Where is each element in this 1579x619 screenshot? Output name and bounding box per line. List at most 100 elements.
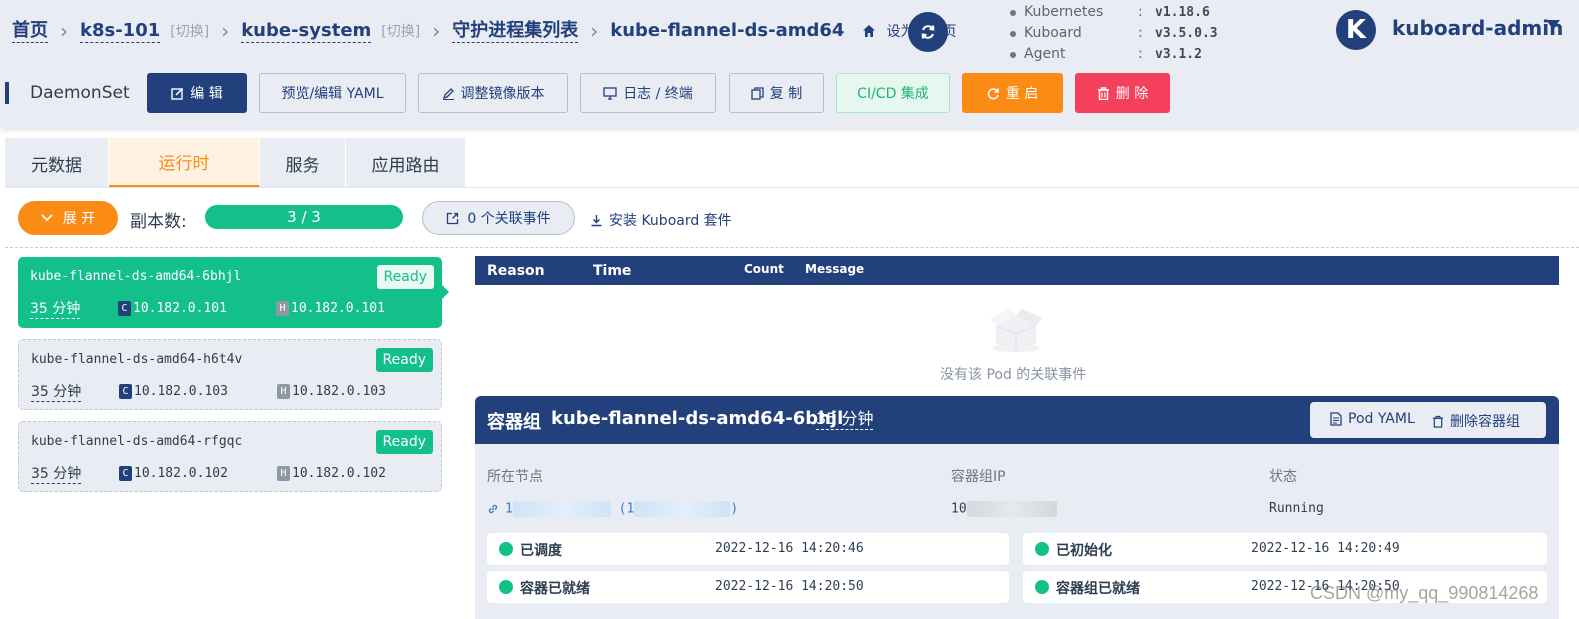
pod-age: 35 分钟 bbox=[31, 384, 82, 402]
redacted-node-ip bbox=[634, 501, 731, 517]
kind-accent-bar bbox=[5, 82, 9, 104]
check-circle-icon bbox=[1035, 542, 1049, 556]
pod-yaml-button[interactable]: Pod YAML bbox=[1330, 411, 1415, 427]
container-ip-tag: C bbox=[119, 384, 132, 399]
pod-card[interactable]: kube-flannel-ds-amd64-h6t4v Ready 35 分钟 … bbox=[18, 339, 442, 410]
pod-detail-age: 35 分钟 bbox=[816, 409, 874, 430]
version-name: Kubernetes bbox=[1024, 4, 1104, 20]
chevron-down-icon bbox=[41, 214, 53, 222]
condition-label: 已初始化 bbox=[1056, 543, 1112, 559]
condition-time: 2022-12-16 14:20:49 bbox=[1251, 541, 1400, 556]
status-badge: Ready bbox=[375, 348, 433, 372]
container-ip: C 10.182.0.102 bbox=[119, 466, 228, 481]
state-label: 状态 bbox=[1269, 469, 1297, 485]
delete-pod-button[interactable]: 删除容器组 bbox=[1432, 411, 1520, 431]
breadcrumb-namespace[interactable]: kube-system bbox=[241, 20, 372, 43]
pod-ip-prefix: 10 bbox=[951, 501, 967, 517]
pod-card-active[interactable]: kube-flannel-ds-amd64-6bhjl Ready 35 分钟 … bbox=[18, 257, 442, 328]
tab-metadata[interactable]: 元数据 bbox=[5, 138, 109, 188]
status-badge: Ready bbox=[375, 430, 433, 454]
copy-button[interactable]: 复 制 bbox=[729, 73, 824, 113]
chevron-right-icon: › bbox=[432, 19, 441, 43]
column-reason[interactable]: Reason bbox=[487, 263, 545, 279]
condition-label: 已调度 bbox=[520, 543, 562, 559]
breadcrumb-home[interactable]: 首页 bbox=[12, 20, 48, 43]
status-badge: Ready bbox=[376, 265, 434, 289]
container-ip-value: 10.182.0.102 bbox=[134, 466, 228, 481]
host-ip-value: 10.182.0.102 bbox=[292, 466, 386, 481]
breadcrumb: 首页 › k8s-101 [切换] › kube-system [切换] › 守… bbox=[12, 18, 956, 44]
breadcrumb-daemonset-list[interactable]: 守护进程集列表 bbox=[452, 20, 579, 43]
avatar[interactable]: K bbox=[1336, 10, 1376, 50]
adjust-image-button[interactable]: 调整镜像版本 bbox=[418, 73, 568, 113]
pod-ip-label: 容器组IP bbox=[951, 469, 1006, 485]
node-link[interactable]: 1 (1) bbox=[487, 501, 738, 517]
install-kuboard-link[interactable]: 安装 Kuboard 套件 bbox=[590, 210, 732, 230]
pod-detail-name: kube-flannel-ds-amd64-6bhjl bbox=[551, 408, 844, 429]
restart-button[interactable]: 重 启 bbox=[962, 73, 1063, 113]
copy-icon bbox=[751, 86, 764, 100]
install-kuboard-label: 安装 Kuboard 套件 bbox=[609, 213, 732, 229]
pod-yaml-label: Pod YAML bbox=[1348, 411, 1415, 427]
namespace-switch-link[interactable]: [切换] bbox=[381, 21, 420, 41]
pod-age: 35 分钟 bbox=[31, 466, 82, 484]
chevron-right-icon: › bbox=[221, 19, 230, 43]
restart-icon bbox=[987, 87, 999, 99]
breadcrumb-cluster[interactable]: k8s-101 bbox=[80, 20, 161, 43]
container-ip-tag: C bbox=[119, 466, 132, 481]
logs-terminal-button[interactable]: 日志 / 终端 bbox=[580, 73, 716, 113]
version-value: v3.1.2 bbox=[1155, 47, 1202, 62]
trash-icon bbox=[1432, 415, 1444, 428]
monitor-icon bbox=[603, 86, 617, 100]
delete-pod-label: 删除容器组 bbox=[1450, 414, 1520, 430]
empty-box-icon bbox=[990, 309, 1042, 352]
chevron-right-icon: › bbox=[590, 19, 599, 43]
condition-time: 2022-12-16 14:20:46 bbox=[715, 541, 864, 556]
container-ip-tag: C bbox=[118, 301, 131, 316]
tab-bar: 元数据 运行时 服务 应用路由 bbox=[5, 138, 466, 188]
host-ip-tag: H bbox=[277, 384, 290, 399]
pod-card[interactable]: kube-flannel-ds-amd64-rfgqc Ready 35 分钟 … bbox=[18, 421, 442, 492]
column-message[interactable]: Message bbox=[805, 262, 864, 276]
user-name[interactable]: kuboard-admin bbox=[1392, 16, 1563, 40]
pod-age: 35 分钟 bbox=[30, 301, 81, 319]
version-colon: : bbox=[1138, 46, 1143, 62]
expand-button[interactable]: 展 开 bbox=[18, 201, 118, 235]
column-count[interactable]: Count bbox=[744, 262, 784, 276]
events-empty-text: 没有该 Pod 的关联事件 bbox=[940, 367, 1087, 383]
tab-ingress[interactable]: 应用路由 bbox=[346, 138, 466, 188]
redacted-pod-ip bbox=[966, 501, 1057, 517]
tab-services[interactable]: 服务 bbox=[260, 138, 346, 188]
refresh-button[interactable] bbox=[908, 12, 948, 52]
delete-button[interactable]: 删 除 bbox=[1075, 73, 1170, 113]
resource-kind: DaemonSet bbox=[30, 83, 130, 103]
condition-label: 容器已就绪 bbox=[520, 581, 590, 597]
refresh-icon bbox=[921, 25, 935, 39]
pod-detail-title: 容器组 bbox=[487, 412, 541, 433]
cicd-button[interactable]: CI/CD 集成 bbox=[836, 73, 950, 113]
edit-icon bbox=[171, 87, 184, 100]
watermark: CSDN @my_qq_990814268 bbox=[1310, 583, 1539, 603]
column-time[interactable]: Time bbox=[593, 263, 631, 279]
pod-name: kube-flannel-ds-amd64-6bhjl bbox=[30, 269, 242, 284]
container-ip: C 10.182.0.103 bbox=[119, 384, 228, 399]
node-label: 所在节点 bbox=[487, 469, 543, 485]
caret-down-icon[interactable] bbox=[1546, 20, 1560, 29]
check-circle-icon bbox=[499, 580, 513, 594]
host-ip-tag: H bbox=[277, 466, 290, 481]
preview-yaml-button[interactable]: 预览/编辑 YAML bbox=[259, 73, 406, 113]
condition-time: 2022-12-16 14:20:50 bbox=[715, 579, 864, 594]
version-name: Kuboard bbox=[1024, 25, 1082, 41]
cluster-switch-link[interactable]: [切换] bbox=[170, 21, 209, 41]
related-events-button[interactable]: 0 个关联事件 bbox=[422, 201, 575, 235]
check-circle-icon bbox=[499, 542, 513, 556]
share-icon bbox=[447, 212, 459, 224]
host-ip: H 10.182.0.103 bbox=[277, 384, 386, 399]
condition-initialized: 已初始化 2022-12-16 14:20:49 bbox=[1023, 533, 1547, 565]
edit-button-label: 编 辑 bbox=[190, 86, 223, 102]
host-ip-tag: H bbox=[276, 301, 289, 316]
tab-runtime[interactable]: 运行时 bbox=[109, 138, 260, 188]
edit-button[interactable]: 编 辑 bbox=[147, 73, 247, 113]
chevron-right-icon: › bbox=[60, 19, 68, 43]
host-ip: H 10.182.0.101 bbox=[276, 301, 385, 316]
